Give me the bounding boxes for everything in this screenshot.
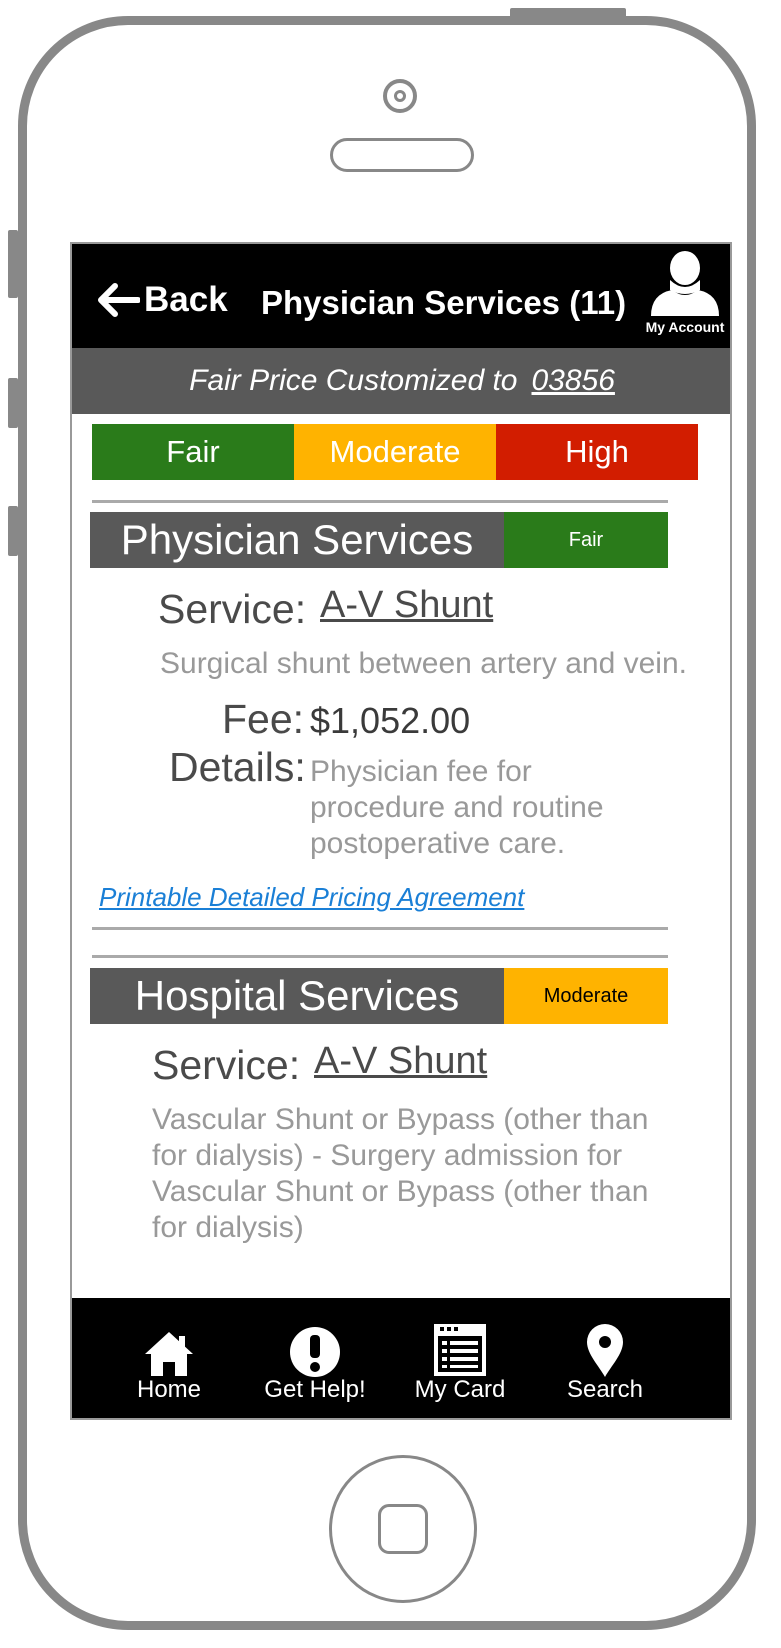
service-description: Surgical shunt between artery and vein. [160, 647, 687, 680]
physician-services-header: Physician Services Fair [90, 512, 668, 568]
nav-label: Get Help! [264, 1376, 366, 1403]
card-icon [434, 1324, 486, 1376]
page-title: Physician Services (11) [261, 284, 627, 321]
fair-price-text: Fair Price Customized to [189, 364, 518, 397]
phone-home-button-square [378, 1504, 428, 1554]
back-button[interactable]: Back [96, 280, 228, 320]
location-pin-icon [587, 1324, 623, 1377]
nav-label: My Card [414, 1376, 506, 1403]
divider [92, 955, 668, 958]
service-label: Service: [158, 586, 307, 632]
user-avatar-icon [651, 251, 719, 316]
my-account-button[interactable]: My Account [642, 250, 728, 335]
service-name-link[interactable]: A-V Shunt [320, 584, 493, 627]
arrow-left-icon [98, 283, 140, 317]
service-name-link[interactable]: A-V Shunt [314, 1040, 487, 1083]
top-bar: Back Physician Services (11) My Account [72, 244, 730, 348]
volume-down-button [8, 506, 18, 556]
details-line: procedure and routine [310, 791, 604, 824]
nav-home[interactable]: Home [94, 1298, 244, 1418]
details-text: Physician fee for procedure and routine … [310, 754, 604, 862]
price-legend: Fair Moderate High [92, 424, 698, 480]
pricing-agreement-link[interactable]: Printable Detailed Pricing Agreement [99, 882, 524, 913]
details-line: Physician fee for [310, 755, 532, 788]
home-icon [145, 1332, 193, 1376]
app-screen: Back Physician Services (11) My Account … [70, 242, 732, 1420]
section-title: Hospital Services [90, 968, 504, 1024]
nav-get-help[interactable]: Get Help! [240, 1298, 390, 1418]
divider [92, 927, 668, 930]
front-camera [383, 79, 417, 113]
rating-badge: Fair [504, 512, 668, 568]
section-title: Physician Services [90, 512, 504, 568]
description-line: Vascular Shunt or Bypass (other than [152, 1103, 649, 1136]
legend-fair: Fair [92, 424, 294, 480]
service-description: Vascular Shunt or Bypass (other than for… [152, 1102, 648, 1246]
volume-up-button [8, 378, 18, 428]
hospital-services-header: Hospital Services Moderate [90, 968, 668, 1024]
nav-my-card[interactable]: My Card [385, 1298, 535, 1418]
back-label: Back [144, 280, 228, 319]
nav-label: Search [566, 1376, 644, 1403]
power-button [510, 8, 626, 18]
alert-icon [290, 1327, 340, 1377]
legend-high: High [496, 424, 698, 480]
fair-price-bar: Fair Price Customized to 03856 [72, 348, 730, 414]
details-line: postoperative care. [310, 827, 566, 860]
mute-switch [8, 230, 18, 298]
rating-badge: Moderate [504, 968, 668, 1024]
details-label: Details: [169, 744, 306, 790]
legend-moderate: Moderate [294, 424, 496, 480]
divider [92, 500, 668, 503]
bottom-nav: Home Get Help! My Card Search [72, 1298, 730, 1418]
fee-value: $1,052.00 [310, 700, 471, 741]
nav-search[interactable]: Search [530, 1298, 680, 1418]
fee-label: Fee: [222, 696, 305, 742]
my-account-label: My Account [645, 319, 725, 335]
description-line: Vascular Shunt or Bypass (other than [152, 1175, 649, 1208]
description-line: for dialysis) [152, 1211, 304, 1244]
nav-label: Home [136, 1376, 202, 1403]
description-line: for dialysis) - Surgery admission for [152, 1139, 623, 1172]
zip-code-link[interactable]: 03856 [532, 364, 615, 398]
earpiece-speaker [330, 138, 474, 172]
service-label: Service: [152, 1042, 301, 1088]
